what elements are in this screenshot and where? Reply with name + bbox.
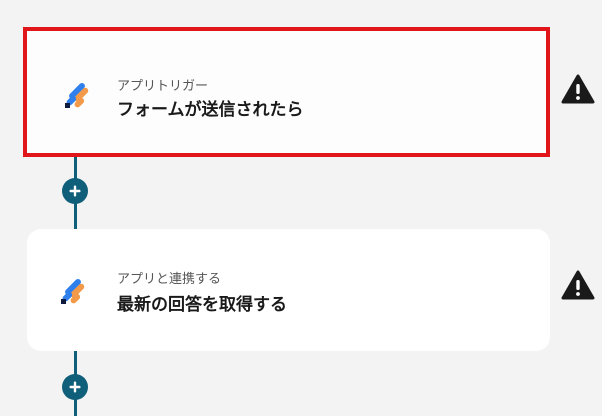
warning-icon	[561, 270, 595, 300]
step-title: 最新の回答を取得する	[117, 295, 287, 315]
plus-icon	[69, 185, 81, 197]
trigger-step-card[interactable]: アプリトリガー フォームが送信されたら	[23, 27, 550, 157]
add-step-button[interactable]	[62, 178, 88, 204]
form-app-icon	[61, 279, 85, 304]
add-step-button[interactable]	[62, 374, 88, 400]
workflow-canvas: アプリトリガー フォームが送信されたら アプリと連携する 最新の回答を取得する	[0, 0, 602, 416]
warning-icon	[561, 74, 595, 104]
form-app-icon	[65, 83, 89, 108]
step-kind-label: アプリと連携する	[117, 272, 222, 287]
step-title: フォームが送信されたら	[117, 100, 304, 120]
action-step-card[interactable]: アプリと連携する 最新の回答を取得する	[27, 229, 550, 351]
step-kind-label: アプリトリガー	[117, 79, 209, 94]
plus-icon	[69, 381, 81, 393]
